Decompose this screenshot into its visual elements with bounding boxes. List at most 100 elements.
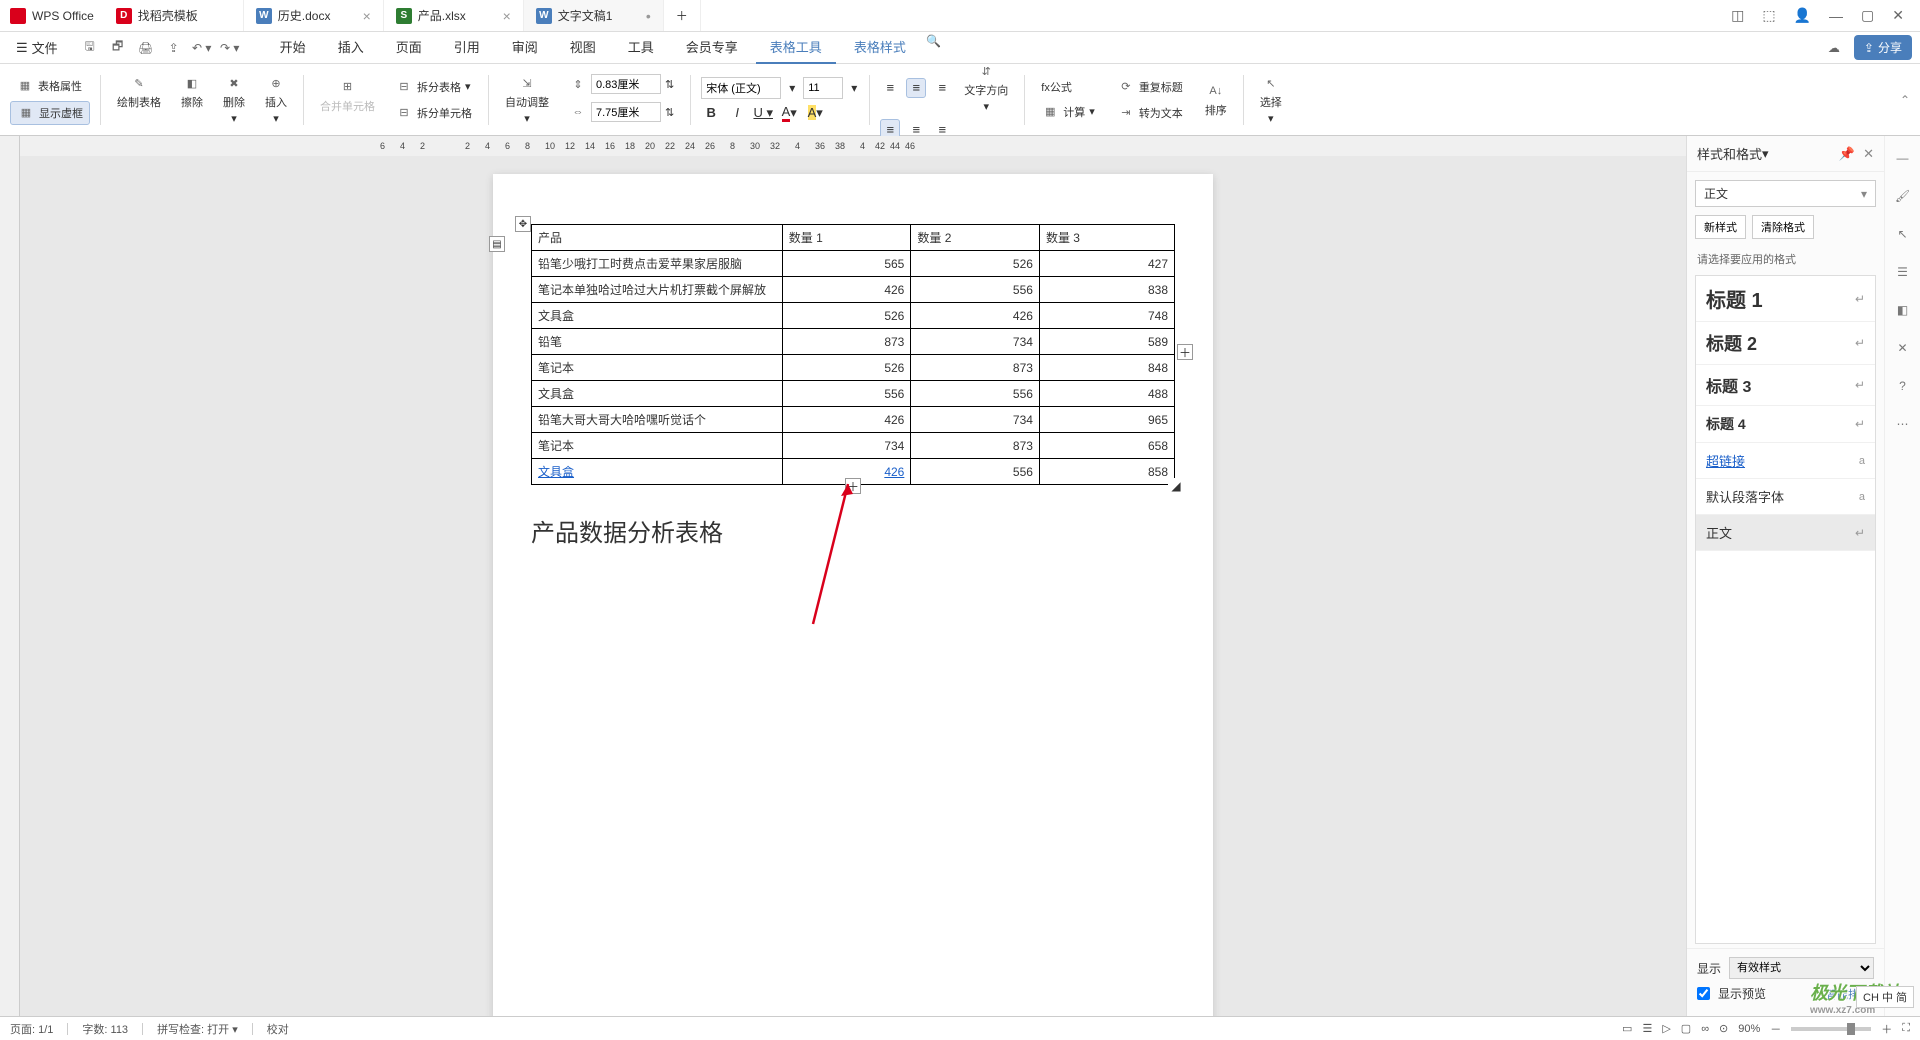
style-hyperlink[interactable]: 超链接a	[1696, 443, 1875, 479]
table-cell[interactable]: 734	[782, 433, 911, 459]
page-indicator[interactable]: 页面: 1/1	[10, 1021, 53, 1037]
table-cell[interactable]: 556	[911, 381, 1040, 407]
font-select[interactable]	[701, 77, 781, 99]
table-cell[interactable]: 556	[782, 381, 911, 407]
menu-table-tools[interactable]: 表格工具	[756, 31, 836, 64]
split-cell-button[interactable]: ⊟拆分单元格	[389, 102, 478, 124]
current-style-select[interactable]: 正文▾	[1695, 180, 1876, 207]
clear-format-button[interactable]: 清除格式	[1752, 215, 1814, 239]
data-table[interactable]: 产品 数量 1 数量 2 数量 3 铅笔少哦打工时费点击爱苹果家居服脑56552…	[531, 224, 1175, 485]
table-cell[interactable]: 426	[782, 277, 911, 303]
zoom-slider[interactable]	[1791, 1027, 1871, 1031]
row-height-input[interactable]	[591, 74, 661, 94]
menu-review[interactable]: 审阅	[498, 31, 552, 64]
table-cell[interactable]: 426	[911, 303, 1040, 329]
table-cell[interactable]: 526	[782, 355, 911, 381]
erase-button[interactable]: ◧擦除	[175, 72, 209, 127]
view-web-icon[interactable]: ▷	[1662, 1022, 1670, 1035]
tab-current-doc[interactable]: W文字文稿1•	[524, 0, 664, 31]
tab-product-xlsx[interactable]: S产品.xlsx×	[384, 0, 524, 31]
help-icon[interactable]: ?	[1893, 376, 1913, 396]
show-border-button[interactable]: ▦显示虚框	[10, 101, 90, 125]
delete-button[interactable]: ✖删除 ▾	[217, 72, 251, 127]
table-cell[interactable]: 526	[911, 251, 1040, 277]
menu-page[interactable]: 页面	[382, 31, 436, 64]
tab-close-icon[interactable]: ×	[363, 8, 371, 24]
table-cell[interactable]: 589	[1039, 329, 1174, 355]
table-row[interactable]: 笔记本734873658	[532, 433, 1175, 459]
table-cell[interactable]: 文具盒	[532, 303, 783, 329]
menu-member[interactable]: 会员专享	[672, 31, 752, 64]
menu-tools[interactable]: 工具	[614, 31, 668, 64]
style-heading4[interactable]: 标题 4↵	[1696, 406, 1875, 443]
show-filter-select[interactable]: 有效样式	[1729, 957, 1874, 979]
view-print-icon[interactable]: ▭	[1622, 1022, 1632, 1035]
undo-icon[interactable]: ↶ ▾	[192, 38, 212, 58]
redo-icon[interactable]: ↷ ▾	[220, 38, 240, 58]
zoom-thumb[interactable]	[1847, 1023, 1855, 1035]
align-bottom-button[interactable]: ≡	[932, 78, 952, 98]
formula-button[interactable]: fx公式	[1035, 77, 1101, 97]
table-cell[interactable]: 488	[1039, 381, 1174, 407]
table-cell[interactable]: 426	[782, 407, 911, 433]
menu-start[interactable]: 开始	[266, 31, 320, 64]
minimize-icon[interactable]: —	[1829, 8, 1843, 24]
style-body[interactable]: 正文↵	[1696, 515, 1875, 551]
style-heading1[interactable]: 标题 1↵	[1696, 276, 1875, 322]
font-color-button[interactable]: A ▾	[779, 103, 799, 123]
table-cell[interactable]: 873	[911, 355, 1040, 381]
canvas-scroll[interactable]: ✥ ▤ 产品 数量 1 数量 2 数量 3 铅笔少哦打工时费点击爱苹果家居服脑5…	[20, 156, 1686, 1016]
style-heading2[interactable]: 标题 2↵	[1696, 322, 1875, 365]
table-header-row[interactable]: 产品 数量 1 数量 2 数量 3	[532, 225, 1175, 251]
view-read-icon[interactable]: ▢	[1681, 1022, 1691, 1035]
th[interactable]: 数量 2	[911, 225, 1040, 251]
table-cell[interactable]: 556	[911, 277, 1040, 303]
table-properties-button[interactable]: ▦表格属性	[10, 75, 90, 97]
file-menu[interactable]: ☰ 文件	[8, 34, 66, 61]
font-size-select[interactable]	[803, 77, 843, 99]
table-cell[interactable]: 笔记本	[532, 433, 783, 459]
table-cell[interactable]: 526	[782, 303, 911, 329]
table-cell[interactable]: 铅笔	[532, 329, 783, 355]
table-row[interactable]: 笔记本526873848	[532, 355, 1175, 381]
sort-button[interactable]: A↓排序	[1199, 80, 1233, 120]
print-icon[interactable]: 🖨	[136, 38, 156, 58]
auto-adjust-button[interactable]: ⇲自动调整 ▾	[499, 72, 555, 127]
view-outline-icon[interactable]: ☰	[1642, 1022, 1652, 1035]
col-width-input[interactable]	[591, 102, 661, 122]
zoom-out-icon[interactable]: －	[1770, 1021, 1781, 1037]
menu-reference[interactable]: 引用	[440, 31, 494, 64]
export-icon[interactable]: ⇪	[164, 38, 184, 58]
tab-templates[interactable]: D找稻壳模板	[104, 0, 244, 31]
zoom-level[interactable]: 90%	[1738, 1023, 1760, 1035]
window-mode-icon[interactable]: ◫	[1731, 7, 1744, 24]
align-middle-button[interactable]: ≡	[906, 78, 926, 98]
tab-close-icon[interactable]: •	[646, 8, 651, 24]
style-heading3[interactable]: 标题 3↵	[1696, 365, 1875, 406]
table-cell[interactable]: 565	[782, 251, 911, 277]
proof-status[interactable]: 校对	[267, 1021, 289, 1037]
layers-icon[interactable]: ◧	[1893, 300, 1913, 320]
to-text-button[interactable]: ⇥转为文本	[1111, 102, 1189, 124]
focus-icon[interactable]: ⊙	[1719, 1022, 1728, 1035]
tab-history-doc[interactable]: W历史.docx×	[244, 0, 384, 31]
cloud-icon[interactable]: ☁	[1824, 38, 1844, 58]
new-tab-button[interactable]: ＋	[664, 0, 701, 31]
text-direction-button[interactable]: ⇵文字方向 ▾	[958, 60, 1014, 115]
insert-button[interactable]: ⊕插入 ▾	[259, 72, 293, 127]
table-row[interactable]: 铅笔少哦打工时费点击爱苹果家居服脑565526427	[532, 251, 1175, 277]
table-cell[interactable]: 873	[911, 433, 1040, 459]
more-icon[interactable]: ⋯	[1893, 414, 1913, 434]
th[interactable]: 数量 1	[782, 225, 911, 251]
table-cell[interactable]: 838	[1039, 277, 1174, 303]
menu-view[interactable]: 视图	[556, 31, 610, 64]
italic-button[interactable]: I	[727, 103, 747, 123]
save-icon[interactable]: 🖫	[80, 38, 100, 58]
search-icon[interactable]: 🔍	[924, 31, 944, 51]
tab-close-icon[interactable]: ×	[503, 8, 511, 24]
split-table-button[interactable]: ⊟拆分表格 ▾	[389, 76, 478, 98]
th[interactable]: 数量 3	[1039, 225, 1174, 251]
menu-insert[interactable]: 插入	[324, 31, 378, 64]
maximize-icon[interactable]: ▢	[1861, 7, 1874, 24]
add-column-handle[interactable]: ＋	[1177, 344, 1193, 360]
